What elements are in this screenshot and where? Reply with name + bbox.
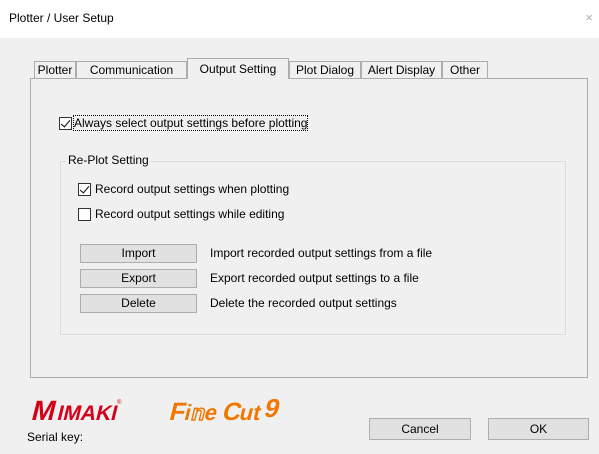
always-select-checkbox[interactable] [59,117,72,130]
replot-group-title: Re-Plot Setting [66,153,151,167]
title-bar: Plotter / User Setup × [0,0,599,38]
serial-key-label: Serial key: [27,430,84,444]
svg-text:9: 9 [262,393,284,423]
window-title: Plotter / User Setup [9,11,114,25]
record-when-plotting-label[interactable]: Record output settings when plotting [95,182,289,196]
import-button[interactable]: Import [80,244,197,263]
always-select-label[interactable]: Always select output settings before plo… [72,115,309,131]
delete-button[interactable]: Delete [80,294,197,313]
close-icon[interactable]: × [585,10,593,25]
cancel-button[interactable]: Cancel [369,418,471,440]
tab-plot-dialog[interactable]: Plot Dialog [289,61,361,78]
tab-communication[interactable]: Communication [76,61,187,78]
record-when-plotting-checkbox[interactable] [78,183,91,196]
tab-other[interactable]: Other [442,61,488,78]
export-description: Export recorded output settings to a fil… [210,271,419,285]
mimaki-finecut9-logo: M IMAKI F i n e C ut 9 ® [29,393,284,427]
svg-text:M: M [29,395,59,427]
record-while-editing-label[interactable]: Record output settings while editing [95,207,284,221]
delete-description: Delete the recorded output settings [210,296,397,310]
svg-text:®: ® [117,399,122,406]
tab-alert-display[interactable]: Alert Display [361,61,442,78]
import-description: Import recorded output settings from a f… [210,246,433,260]
tab-output-setting[interactable]: Output Setting [187,58,289,79]
tab-plotter[interactable]: Plotter [34,61,76,78]
record-while-editing-checkbox[interactable] [78,208,91,221]
ok-button[interactable]: OK [488,418,589,440]
export-button[interactable]: Export [80,269,197,288]
svg-text:IMAKI: IMAKI [55,401,120,425]
